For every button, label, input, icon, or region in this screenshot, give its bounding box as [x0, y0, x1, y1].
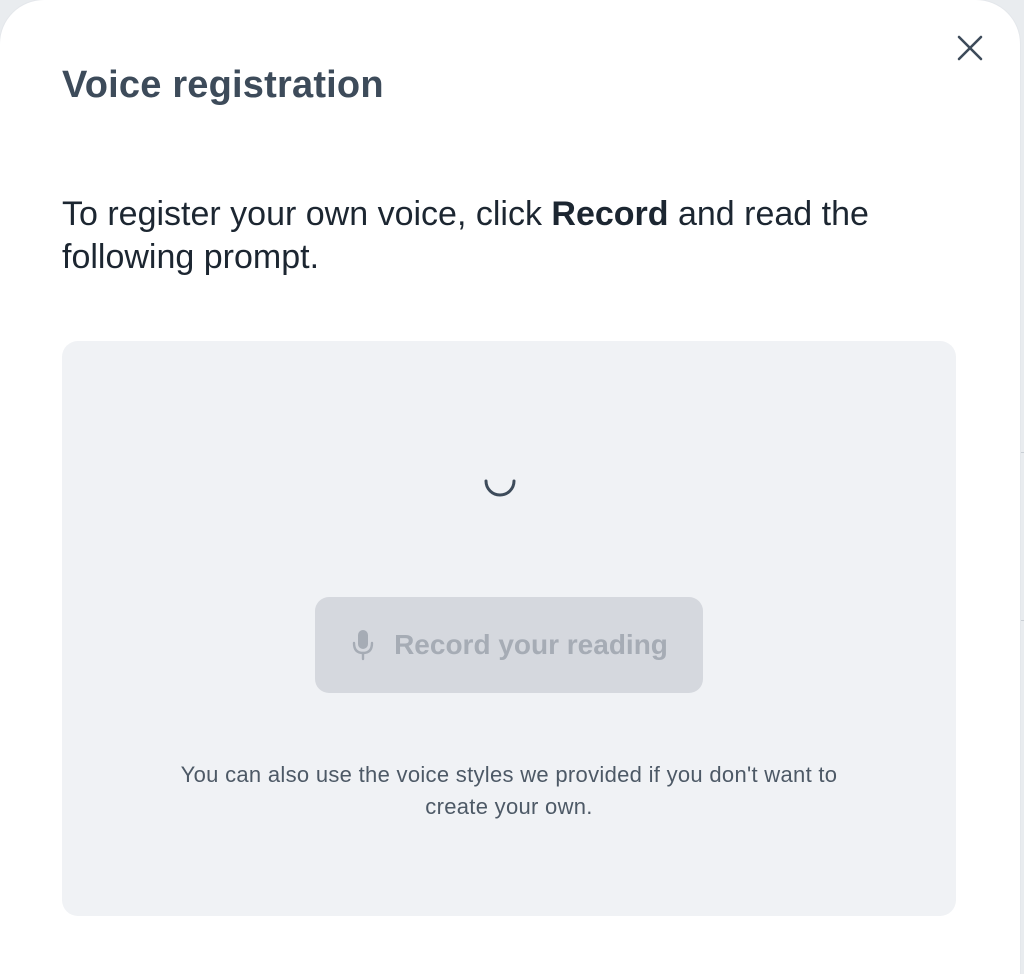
instruction-text: To register your own voice, click Record…: [62, 193, 972, 279]
close-icon: [957, 35, 983, 61]
record-button-label: Record your reading: [394, 629, 668, 660]
dialog-title: Voice registration: [62, 64, 384, 106]
spinner-icon: [484, 479, 516, 497]
close-button[interactable]: [950, 28, 990, 68]
microphone-icon: [350, 628, 376, 662]
instruction-prefix: To register your own voice, click: [62, 195, 552, 233]
voice-styles-note: You can also use the voice styles we pro…: [180, 762, 838, 819]
prompt-panel: Record your reading You can also use the…: [62, 341, 956, 916]
voice-registration-dialog: Voice registration To register your own …: [0, 0, 1020, 974]
instruction-record-keyword: Record: [551, 195, 669, 233]
backdrop-divider: [1020, 452, 1024, 453]
backdrop-divider: [1020, 620, 1024, 621]
record-button[interactable]: Record your reading: [315, 597, 703, 693]
